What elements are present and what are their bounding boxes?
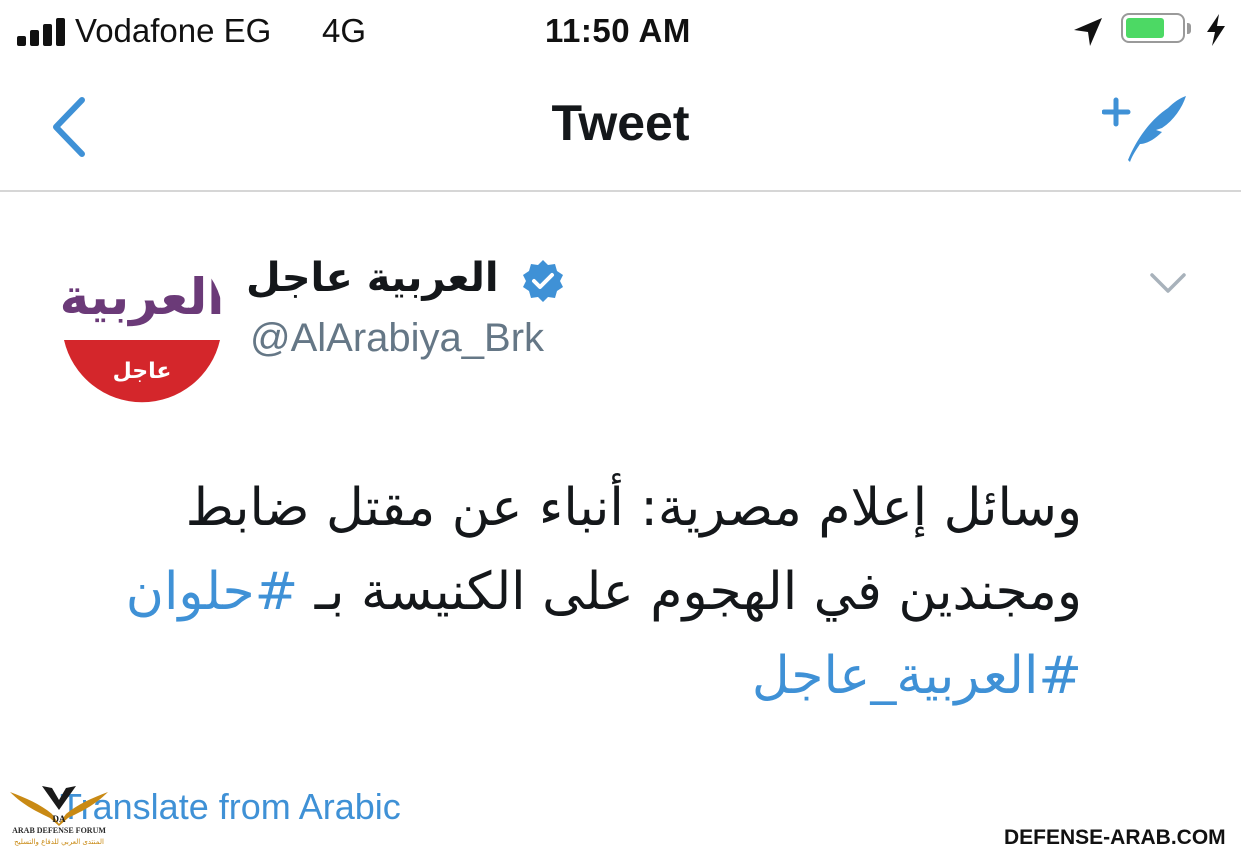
tweet-menu-chevron-down-icon[interactable] [1148,266,1188,300]
location-arrow-icon [1074,18,1102,46]
status-bar: Vodafone EG 4G 11:50 AM [0,0,1241,66]
hashtag-link-alarabiya-breaking[interactable]: #العربية_عاجل [752,646,1082,706]
battery-icon [1121,13,1191,47]
forum-subtitle: المنتدى العربي للدفاع والتسليح [14,838,104,846]
compose-tweet-icon [1102,96,1186,162]
charging-bolt-icon [1207,14,1225,46]
forum-title: ARAB DEFENSE FORUM [12,826,106,835]
tweet-text: وسائل إعلام مصرية: أنباء عن مقتل ضابط وم… [50,466,1082,718]
alarabiya-logo: العربية عاجل [60,268,224,403]
cellular-signal-icon [17,14,67,46]
tweet-text-line-2: ومجندين في الهجوم على الكنيسة بـ [298,562,1082,622]
author-avatar[interactable]: العربية عاجل [60,240,224,404]
author-handle[interactable]: @AlArabiya_Brk [250,316,544,361]
navigation-bar: Tweet [0,66,1241,192]
page-title: Tweet [551,95,690,151]
avatar-logo-text: العربية [60,268,224,327]
status-time: 11:50 AM [545,12,691,49]
tweet-text-line-1: وسائل إعلام مصرية: أنباء عن مقتل ضابط [185,478,1082,538]
compose-tweet-button[interactable] [1102,90,1192,166]
forum-mark-text: DA [53,814,66,824]
network-type: 4G [322,12,367,49]
hashtag-link-helwan[interactable]: #حلوان [126,562,298,622]
site-watermark: DEFENSE-ARAB.COM [1004,826,1226,849]
eagle-emblem-icon: DA [10,786,108,826]
carrier-name: Vodafone EG [75,12,272,49]
verified-badge-icon [523,260,563,302]
battery-level [1126,18,1164,38]
avatar-badge-text: عاجل [113,359,172,384]
author-name[interactable]: العربية عاجل [246,255,499,301]
forum-watermark-logo: DA ARAB DEFENSE FORUM المنتدى العربي للد… [6,780,112,852]
